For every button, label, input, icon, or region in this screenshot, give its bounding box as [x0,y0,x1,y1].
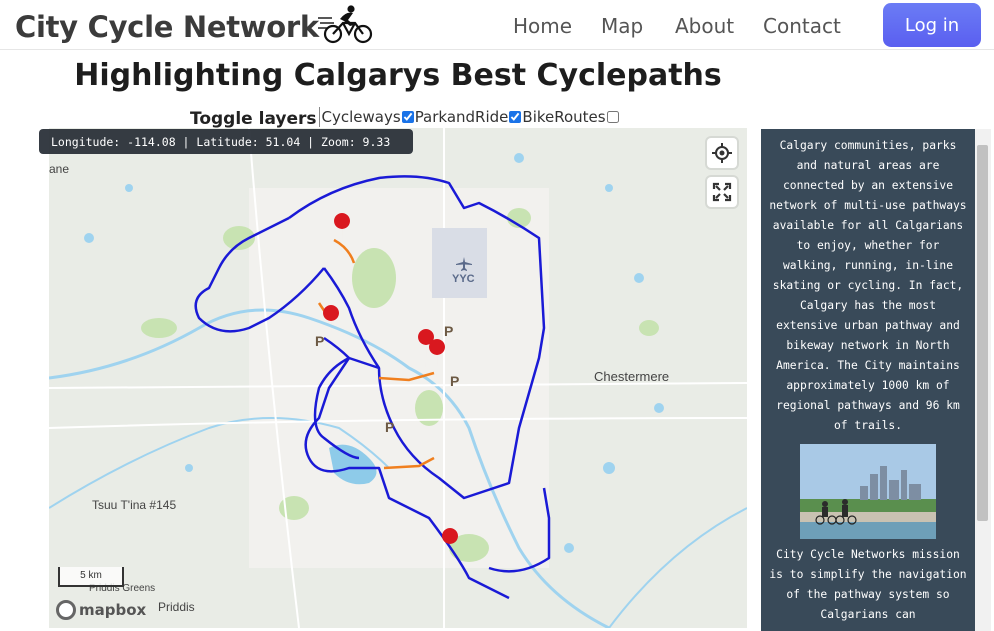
map-label-tsuu-tina: Tsuu T'ina #145 [92,498,177,512]
map-label-chestermere: Chestermere [594,369,670,384]
geolocate-icon [712,143,732,163]
mapbox-attribution[interactable]: mapbox [56,600,146,620]
toggle-parkandride[interactable]: ParkandRide [415,108,523,126]
map-label-priddis: Priddis [158,600,195,614]
top-navbar: City Cycle Network Home Map About Contac… [0,0,994,50]
login-button[interactable]: Log in [883,3,981,47]
toggle-bikeroutes-label: BikeRoutes [522,108,606,126]
svg-text:P: P [444,323,453,339]
nav-contact-link[interactable]: Contact [763,14,841,38]
nav-links: Home Map About Contact [0,0,994,50]
info-sidebar[interactable]: Calgary communities, parks and natural a… [761,129,975,631]
mapbox-logo-icon [56,600,76,620]
map-scale: 5 km [58,567,124,587]
sidebar-intro-text: Calgary communities, parks and natural a… [769,139,967,432]
mapbox-label: mapbox [79,601,147,619]
nav-home-link[interactable]: Home [513,14,572,38]
map-label-yyc: YYC [452,273,475,285]
svg-text:P: P [315,333,324,349]
map-canvas[interactable]: P P P P ane Chestermere Tsuu T'ina #145 … [49,128,747,628]
toggle-layers-heading: Toggle layers [190,109,317,129]
scrollbar-thumb[interactable] [977,145,988,521]
toggle-cycleways-label: Cycleways [321,108,401,126]
fullscreen-icon [712,182,732,202]
coordinate-readout: Longitude: -114.08 | Latitude: 51.04 | Z… [39,129,413,154]
nav-map-link[interactable]: Map [601,14,643,38]
cycleways-checkbox[interactable] [401,111,414,123]
toggle-bikeroutes[interactable]: BikeRoutes [522,108,619,126]
divider [318,107,320,127]
toggle-cycleways[interactable]: Cycleways [322,108,415,126]
sidebar-scrollbar[interactable] [975,129,991,631]
sidebar-mission-text: City Cycle Networks mission is to simpli… [769,548,967,621]
layer-toggle-bar: Toggle layers Cycleways ParkandRide Bike… [190,106,620,129]
fullscreen-button[interactable] [707,177,737,207]
svg-text:P: P [450,373,459,389]
page-title: Highlighting Calgarys Best Cyclepaths [74,58,722,93]
geolocate-button[interactable] [707,138,737,168]
toggle-parkandride-label: ParkandRide [414,108,509,126]
cyclists-photo [800,444,936,539]
bikeroutes-checkbox[interactable] [606,111,619,123]
airport-icon [456,257,472,271]
nav-about-link[interactable]: About [675,14,734,38]
map-label-ane: ane [49,162,70,176]
svg-text:P: P [385,419,394,435]
parkandride-checkbox[interactable] [509,111,522,123]
